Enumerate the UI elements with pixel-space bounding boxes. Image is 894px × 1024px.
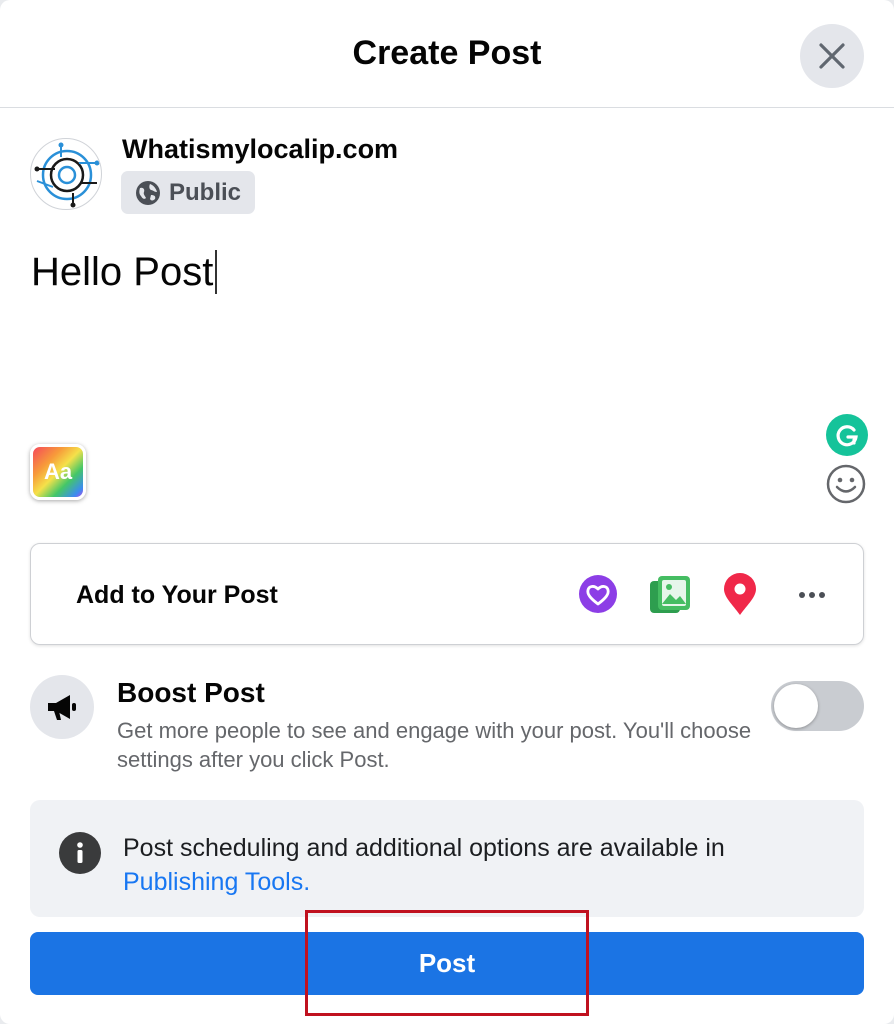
megaphone-icon xyxy=(48,695,76,720)
post-button[interactable]: Post xyxy=(30,932,864,995)
publishing-tools-link[interactable]: Publishing Tools. xyxy=(123,868,310,896)
info-text: Post scheduling and additional options a… xyxy=(123,831,843,899)
background-format-button[interactable]: Aa xyxy=(30,444,86,500)
more-options-button[interactable] xyxy=(790,573,834,617)
text-caret xyxy=(215,250,218,294)
location-pin-icon xyxy=(724,573,756,615)
post-text-input[interactable]: Hello Post xyxy=(31,248,218,296)
photo-video-button[interactable] xyxy=(648,573,692,617)
close-button[interactable] xyxy=(800,24,864,88)
publishing-info-box: Post scheduling and additional options a… xyxy=(30,800,864,917)
emoji-button[interactable] xyxy=(825,463,867,505)
circuit-logo-icon xyxy=(34,142,100,208)
privacy-selector[interactable]: Public xyxy=(121,171,255,214)
boost-title: Boost Post xyxy=(117,677,265,708)
feeling-heart-button[interactable] xyxy=(576,573,620,617)
toggle-knob xyxy=(774,684,818,728)
boost-description: Get more people to see and engage with y… xyxy=(117,718,752,772)
page-avatar xyxy=(30,138,102,210)
add-to-post-label: Add to Your Post xyxy=(76,581,278,609)
boost-icon-container xyxy=(30,675,94,739)
format-button-label: Aa xyxy=(43,459,73,484)
info-icon xyxy=(59,832,101,874)
info-message: Post scheduling and additional options a… xyxy=(123,834,725,862)
globe-icon xyxy=(136,180,160,205)
grammarly-icon xyxy=(836,425,858,447)
location-button[interactable] xyxy=(718,573,762,617)
dialog-title: Create Post xyxy=(352,34,542,72)
dialog-header: Create Post xyxy=(0,0,894,108)
photo-video-icon xyxy=(650,576,690,613)
more-options-icon xyxy=(799,592,825,598)
add-to-post-bar: Add to Your Post xyxy=(30,543,864,645)
post-button-label: Post xyxy=(418,948,476,978)
create-post-dialog: Create Post Whatismylocalip.com Public H… xyxy=(0,0,894,1024)
feeling-heart-icon xyxy=(579,575,617,613)
close-icon xyxy=(819,43,845,69)
boost-toggle[interactable] xyxy=(771,681,864,731)
privacy-label: Public xyxy=(169,178,242,206)
post-text-value: Hello Post xyxy=(31,249,214,294)
grammarly-button[interactable] xyxy=(826,414,868,456)
author-name: Whatismylocalip.com xyxy=(122,134,399,164)
smiley-icon xyxy=(826,464,866,504)
